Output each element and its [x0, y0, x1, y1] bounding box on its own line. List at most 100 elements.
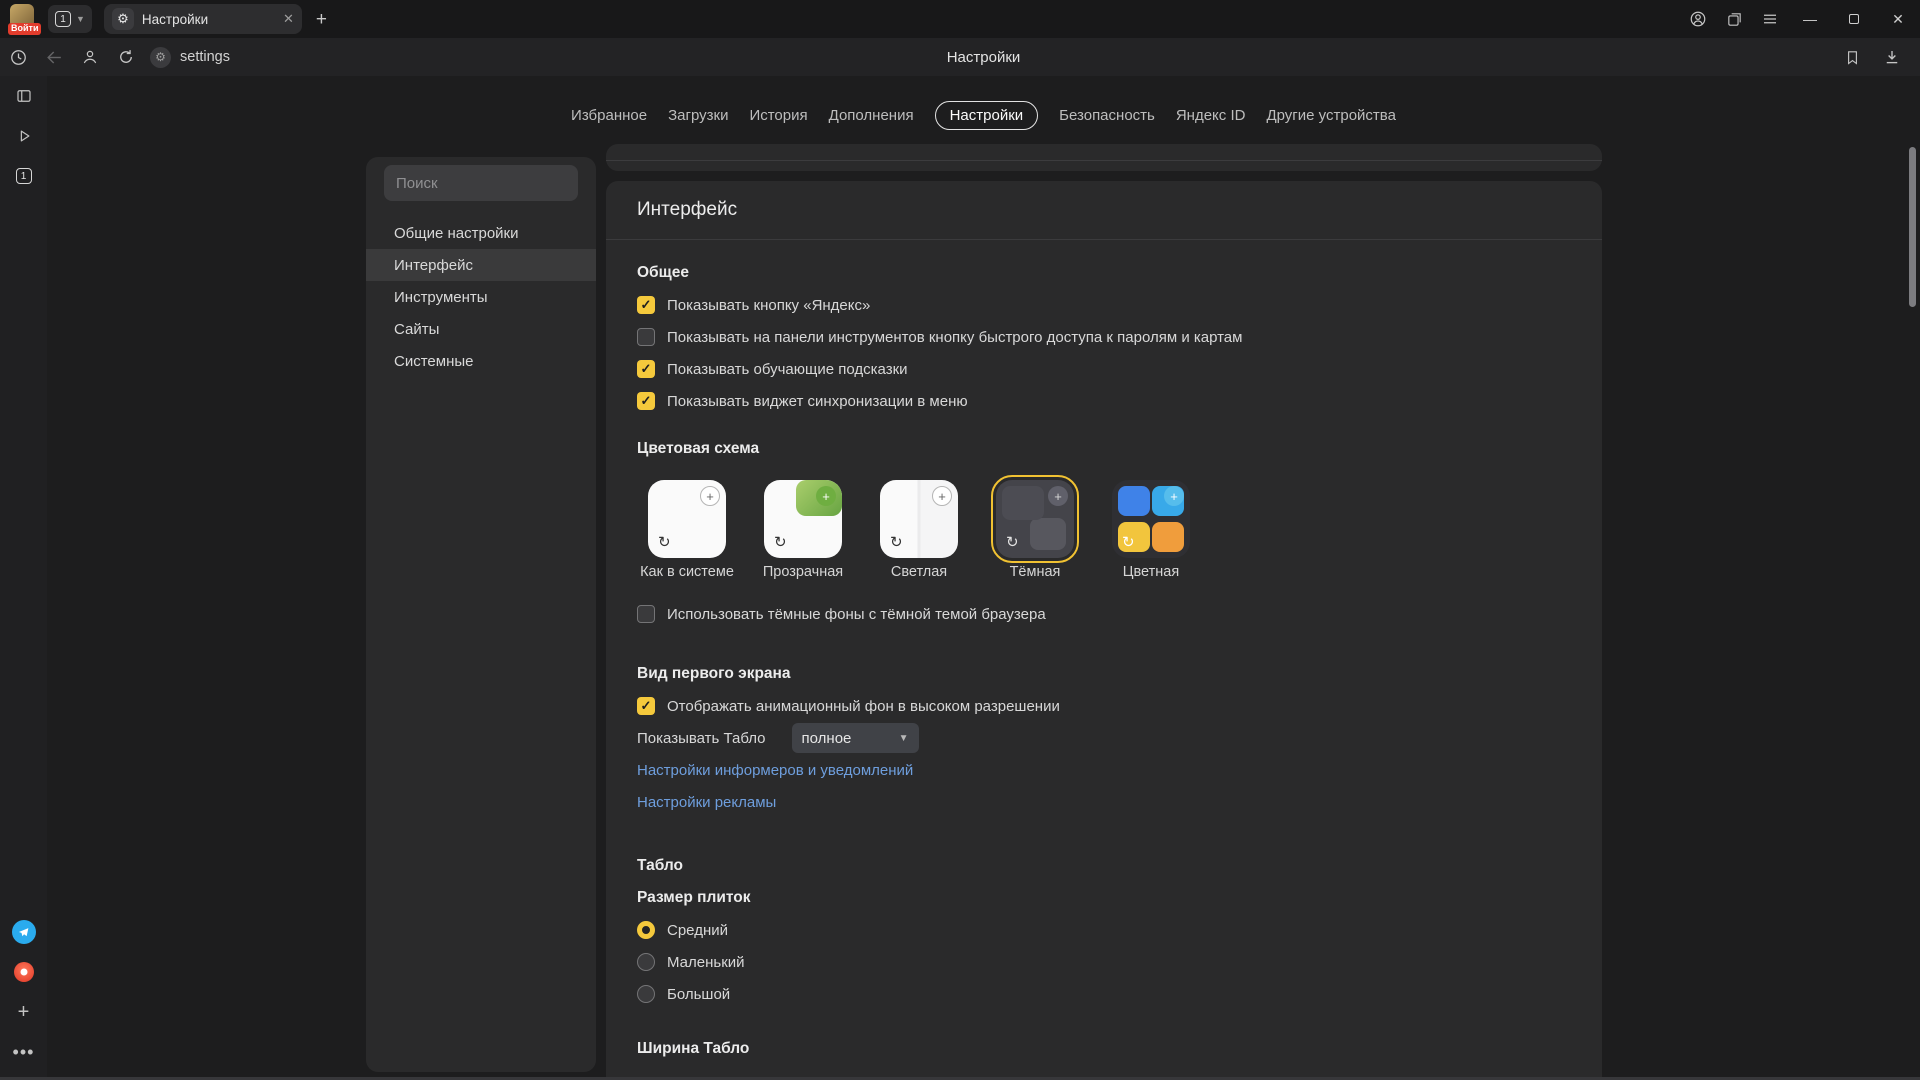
address-bar[interactable]: ⚙ settings — [150, 47, 230, 68]
checkbox-checked-icon[interactable]: ✓ — [637, 360, 655, 378]
more-options-icon[interactable]: ••• — [0, 1032, 47, 1072]
chevron-down-icon: ▼ — [76, 14, 85, 24]
sidebar-item-interface[interactable]: Интерфейс — [366, 249, 596, 281]
settings-nav-tabs: Избранное Загрузки История Дополнения На… — [47, 100, 1920, 130]
theme-tile-colorful[interactable]: + ↻ — [1112, 480, 1190, 558]
close-tab-icon[interactable]: ✕ — [283, 11, 294, 27]
navtab-extensions[interactable]: Дополнения — [829, 107, 914, 124]
tablo-mode-select[interactable]: полное ▼ — [792, 723, 919, 753]
profile-circle-icon[interactable] — [1680, 0, 1716, 38]
back-button[interactable] — [36, 39, 72, 75]
sidebar-item-sites[interactable]: Сайты — [366, 313, 596, 345]
quadrant-blue — [1118, 486, 1150, 516]
profile-person-icon[interactable] — [72, 39, 108, 75]
checkbox-unchecked-icon[interactable] — [637, 328, 655, 346]
theme-tile-transparent[interactable]: + ↻ — [764, 480, 842, 558]
theme-tile-dark-selected[interactable]: + ↻ — [996, 480, 1074, 558]
tab-counter-icon[interactable]: 1 — [0, 156, 47, 196]
theme-option-dark[interactable]: + ↻ Тёмная — [977, 480, 1093, 580]
checkbox-checked-icon[interactable]: ✓ — [637, 392, 655, 410]
sidebar-item-general[interactable]: Общие настройки — [366, 217, 596, 249]
checkbox-row-yandex-button[interactable]: ✓ Показывать кнопку «Яндекс» — [637, 289, 1571, 321]
tab-count-icon: 1 — [55, 11, 71, 27]
telegram-icon[interactable] — [0, 912, 47, 952]
navtab-history[interactable]: История — [749, 107, 807, 124]
theme-tile-light[interactable]: + ↻ — [880, 480, 958, 558]
reload-icon[interactable] — [108, 39, 144, 75]
interface-card: Интерфейс Общее ✓ Показывать кнопку «Янд… — [606, 181, 1602, 1080]
refresh-icon: ↻ — [658, 535, 671, 550]
side-strip: 1 + ••• — [0, 76, 47, 1080]
tablo-display-row: Показывать Табло полное ▼ — [637, 722, 1571, 754]
minimize-button[interactable]: — — [1788, 0, 1832, 38]
gear-icon: ⚙ — [112, 8, 134, 30]
sidebar-item-tools[interactable]: Инструменты — [366, 281, 596, 313]
sidebar-item-system[interactable]: Системные — [366, 345, 596, 377]
checkbox-row-tips[interactable]: ✓ Показывать обучающие подсказки — [637, 353, 1571, 385]
theme-option-transparent[interactable]: + ↻ Прозрачная — [745, 480, 861, 580]
link-row-ads: Настройки рекламы — [637, 786, 1571, 818]
settings-content: Избранное Загрузки История Дополнения На… — [47, 76, 1920, 1080]
panels-sidebar-icon[interactable] — [0, 76, 47, 116]
history-clock-icon[interactable] — [0, 39, 36, 75]
login-badge[interactable]: Войти — [8, 23, 41, 35]
section-title-color-scheme: Цветовая схема — [637, 433, 1571, 465]
navtab-settings[interactable]: Настройки — [935, 101, 1039, 130]
radio-selected-icon[interactable] — [637, 921, 655, 939]
quadrant-orange — [1152, 522, 1184, 552]
section-title-general: Общее — [637, 257, 1571, 289]
navtab-yandex-id[interactable]: Яндекс ID — [1176, 107, 1246, 124]
informers-settings-link[interactable]: Настройки информеров и уведомлений — [637, 762, 913, 779]
checkbox-row-sync-widget[interactable]: ✓ Показывать виджет синхронизации в меню — [637, 385, 1571, 417]
checkbox-row-dark-backgrounds[interactable]: Использовать тёмные фоны с тёмной темой … — [637, 598, 1571, 630]
plus-icon: + — [700, 486, 720, 506]
scrollbar-thumb[interactable] — [1909, 147, 1916, 307]
navtab-other-devices[interactable]: Другие устройства — [1266, 107, 1395, 124]
checkbox-row-hd-background[interactable]: ✓ Отображать анимационный фон в высоком … — [637, 690, 1571, 722]
theme-option-light[interactable]: + ↻ Светлая — [861, 480, 977, 580]
section-title-first-screen: Вид первого экрана — [637, 658, 1571, 690]
checkbox-unchecked-icon[interactable] — [637, 605, 655, 623]
navtab-security[interactable]: Безопасность — [1059, 107, 1155, 124]
profile-login-button[interactable]: Войти — [8, 4, 38, 34]
browser-tab-settings[interactable]: ⚙ Настройки ✕ — [104, 4, 302, 34]
browser-window: Войти 1 ▼ ⚙ Настройки ✕ + — [0, 0, 1920, 1080]
downloads-icon[interactable] — [1874, 39, 1910, 75]
radio-row-small[interactable]: Маленький — [637, 946, 1571, 978]
bookmark-flag-icon[interactable] — [1834, 39, 1870, 75]
tab-bar: Войти 1 ▼ ⚙ Настройки ✕ + — [0, 0, 1920, 38]
tab-group-button[interactable]: 1 ▼ — [48, 5, 92, 33]
plus-icon: + — [816, 486, 836, 506]
search-input[interactable] — [384, 165, 578, 201]
ads-settings-link[interactable]: Настройки рекламы — [637, 794, 776, 811]
theme-option-colorful[interactable]: + ↻ Цветная — [1093, 480, 1209, 580]
record-icon[interactable] — [0, 952, 47, 992]
radio-unselected-icon[interactable] — [637, 953, 655, 971]
link-row-informers: Настройки информеров и уведомлений — [637, 754, 1571, 786]
settings-main-column: Интерфейс Общее ✓ Показывать кнопку «Янд… — [606, 144, 1602, 1080]
theme-tile-system[interactable]: + ↻ — [648, 480, 726, 558]
checkbox-row-quick-access[interactable]: Показывать на панели инструментов кнопку… — [637, 321, 1571, 353]
toolbar: ⚙ settings Настройки — [0, 38, 1920, 76]
section-title-tablo: Табло — [637, 850, 1571, 882]
plus-icon: + — [1164, 486, 1184, 506]
tab-panels-icon[interactable] — [1716, 0, 1752, 38]
plus-icon: + — [932, 486, 952, 506]
radio-row-large[interactable]: Большой — [637, 978, 1571, 1010]
radio-row-medium[interactable]: Средний — [637, 914, 1571, 946]
menu-hamburger-icon[interactable] — [1752, 0, 1788, 38]
checkbox-checked-icon[interactable]: ✓ — [637, 697, 655, 715]
divider — [606, 160, 1602, 161]
new-tab-button[interactable]: + — [316, 10, 327, 29]
add-panel-icon[interactable]: + — [0, 992, 47, 1032]
navtab-favorites[interactable]: Избранное — [571, 107, 647, 124]
checkbox-checked-icon[interactable]: ✓ — [637, 296, 655, 314]
navtab-downloads[interactable]: Загрузки — [668, 107, 728, 124]
maximize-button[interactable] — [1832, 0, 1876, 38]
close-window-button[interactable]: ✕ — [1876, 0, 1920, 38]
radio-unselected-icon[interactable] — [637, 985, 655, 1003]
address-text[interactable]: settings — [180, 49, 230, 65]
play-video-icon[interactable] — [0, 116, 47, 156]
theme-option-system[interactable]: + ↻ Как в системе — [629, 480, 745, 580]
sidebar-list: Общие настройки Интерфейс Инструменты Са… — [366, 217, 596, 377]
